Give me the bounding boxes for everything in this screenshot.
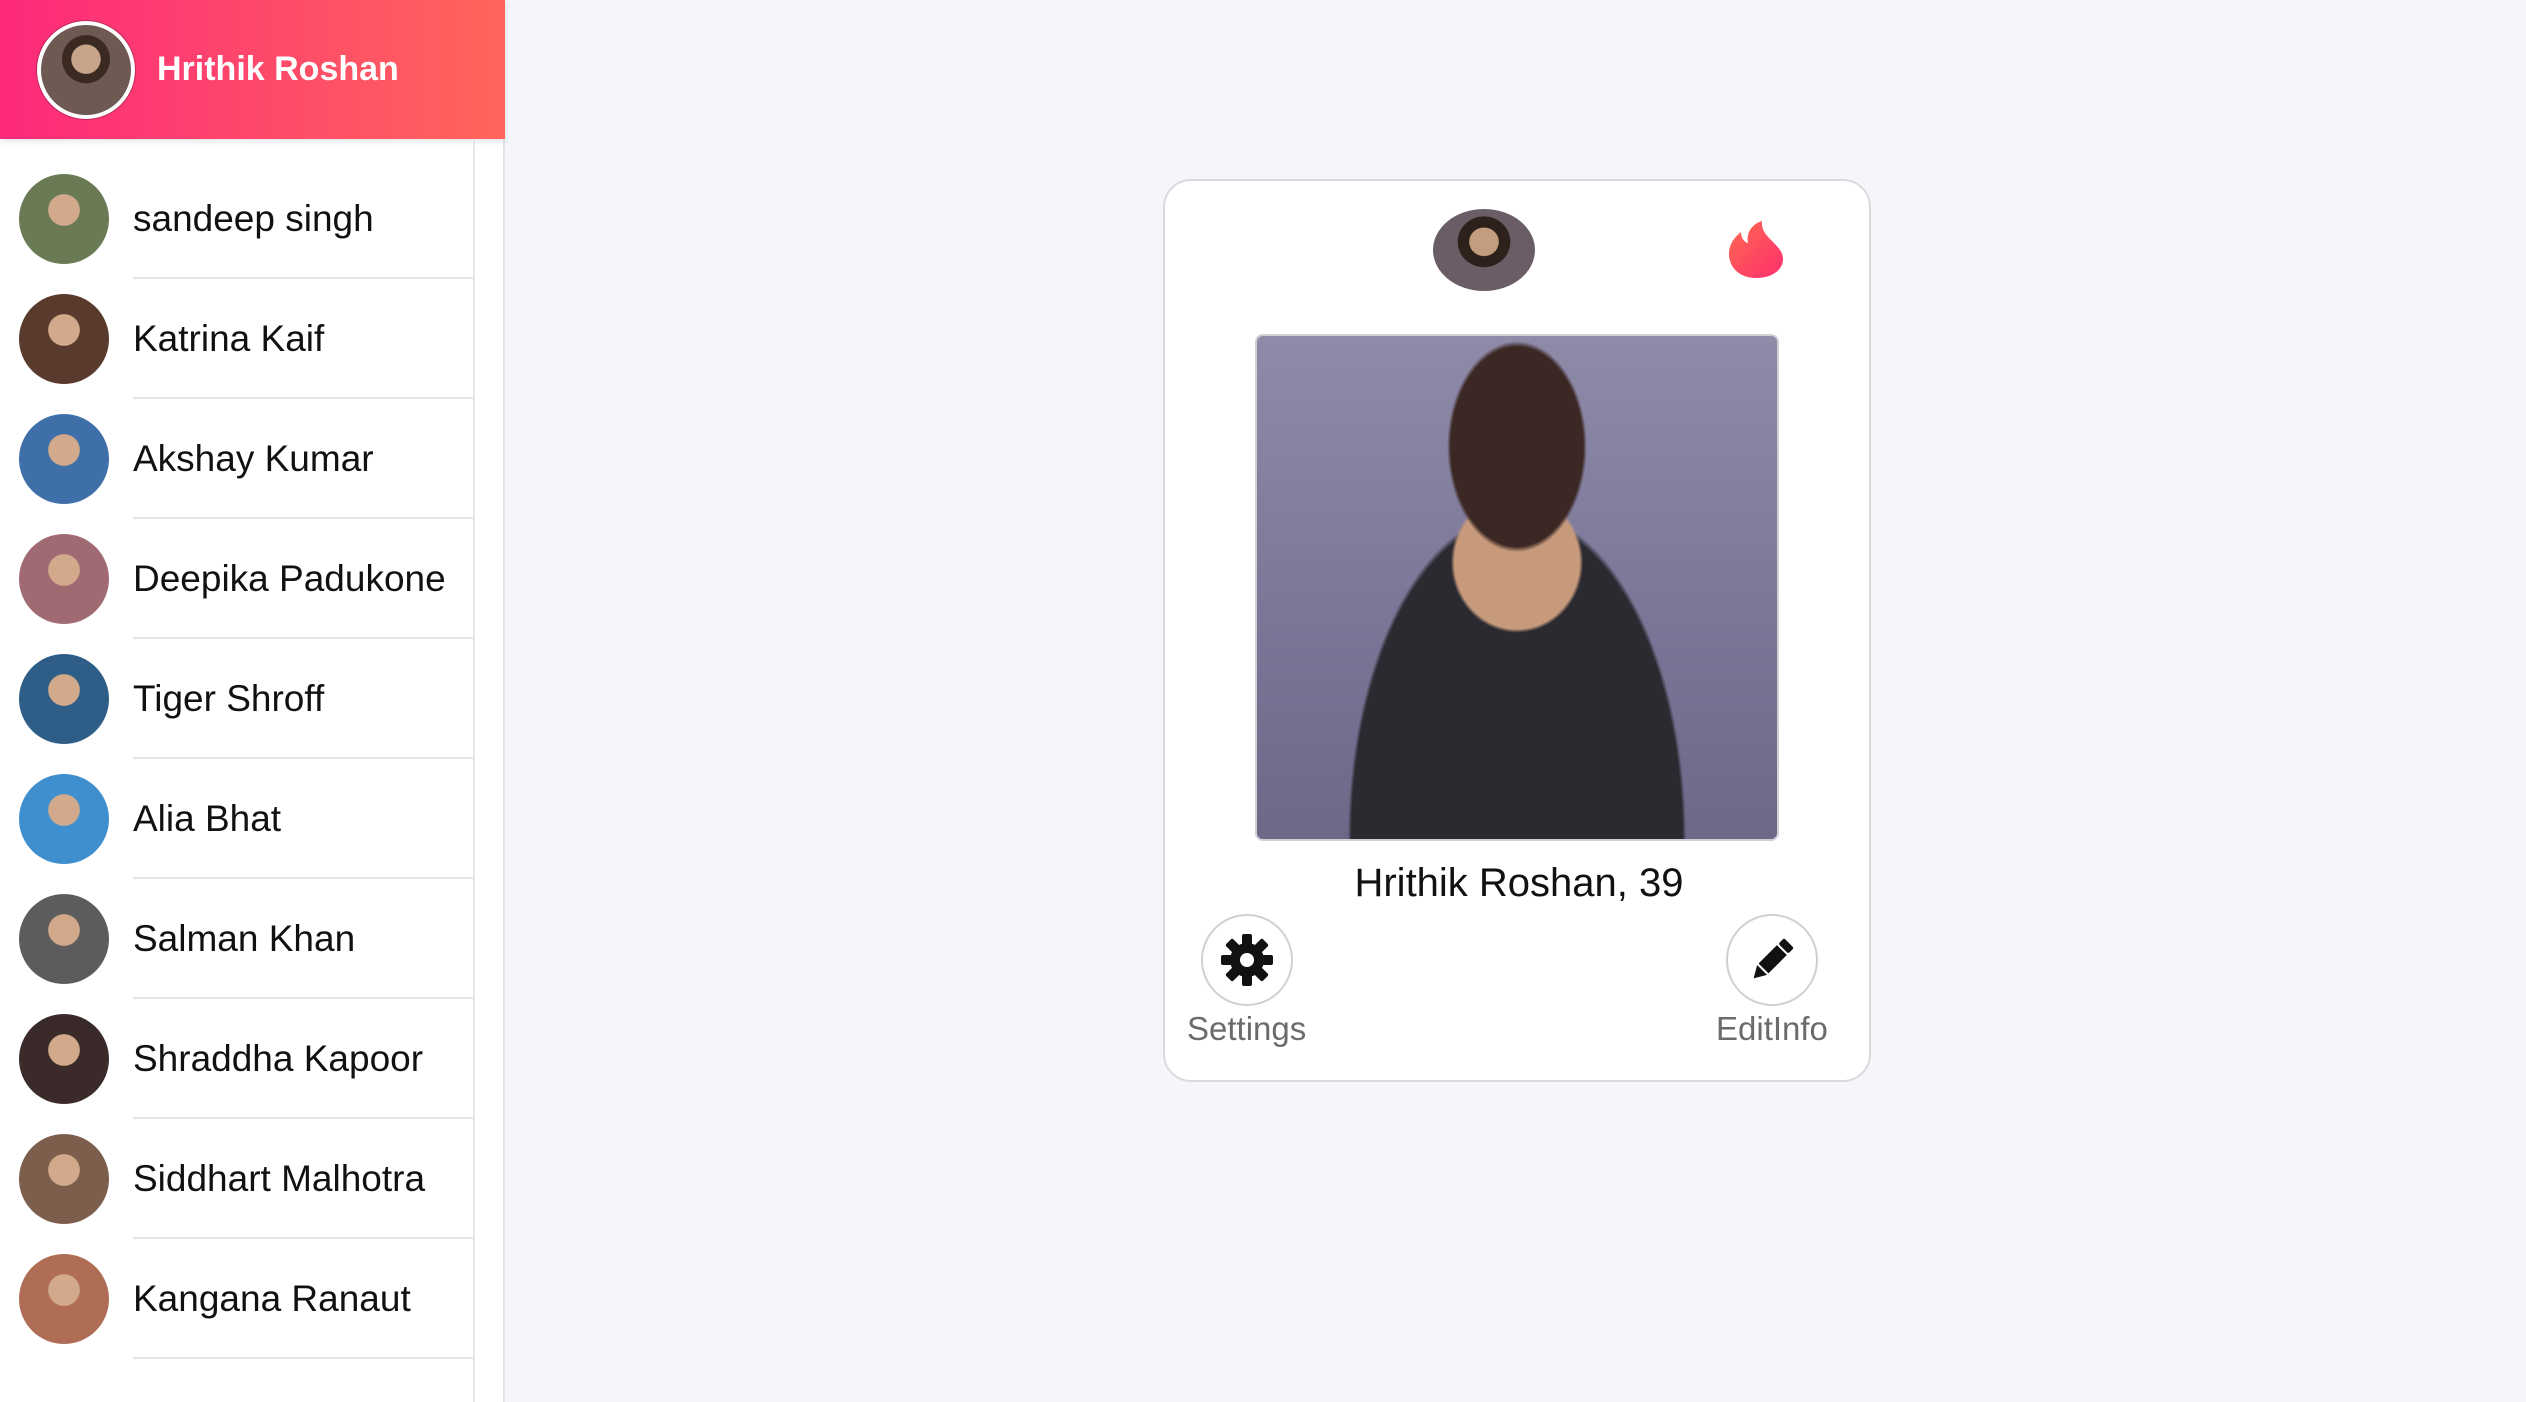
contact-item[interactable]: Alia Bhat xyxy=(0,759,473,879)
profile-card: Hrithik Roshan, 39 Settings EditInfo xyxy=(1163,179,1871,1082)
contact-name: Akshay Kumar xyxy=(133,438,374,479)
contact-list-panel: sandeep singh Katrina Kaif Akshay Kumar Dee… xyxy=(0,139,475,1402)
edit-info-label: EditInfo xyxy=(1716,1010,1828,1047)
contact-avatar xyxy=(19,414,109,504)
flame-icon[interactable] xyxy=(1725,219,1787,281)
profile-thumbnail-avatar[interactable] xyxy=(1433,209,1535,291)
profile-name-age: Hrithik Roshan, 39 xyxy=(1354,861,1684,905)
contact-item[interactable]: sandeep singh xyxy=(0,159,473,279)
contact-item[interactable]: Salman Khan xyxy=(0,879,473,999)
contact-item[interactable]: Deepika Padukone xyxy=(0,519,473,639)
contact-avatar xyxy=(19,174,109,264)
contact-name: Salman Khan xyxy=(133,918,356,959)
settings-button-circle[interactable] xyxy=(1200,914,1293,1006)
settings-label: Settings xyxy=(1187,1010,1307,1047)
sidebar: Hrithik Roshan sandeep singh Katrina Kaif… xyxy=(0,0,505,1402)
contact-name: Kangana Ranaut xyxy=(133,1278,411,1319)
gear-icon xyxy=(1220,934,1273,986)
contact-name: Siddhart Malhotra xyxy=(133,1158,426,1199)
profile-photo xyxy=(1255,334,1779,841)
user-avatar[interactable] xyxy=(37,20,135,119)
contact-avatar xyxy=(19,1134,109,1224)
contact-item[interactable]: Siddhart Malhotra xyxy=(0,1119,473,1239)
contact-avatar xyxy=(19,1254,109,1344)
contact-name: sandeep singh xyxy=(133,198,374,239)
contact-name: Tiger Shroff xyxy=(133,678,325,719)
contact-avatar xyxy=(19,894,109,984)
user-name[interactable]: Hrithik Roshan xyxy=(157,50,399,89)
contact-avatar xyxy=(19,654,109,744)
contact-avatar xyxy=(19,294,109,384)
contact-list: sandeep singh Katrina Kaif Akshay Kumar Dee… xyxy=(0,139,473,1359)
contact-avatar xyxy=(19,774,109,864)
contact-item[interactable]: Shraddha Kapoor xyxy=(0,999,473,1119)
contact-name: Alia Bhat xyxy=(133,798,282,839)
sidebar-header: Hrithik Roshan xyxy=(0,0,505,139)
contact-item[interactable]: Akshay Kumar xyxy=(0,399,473,519)
contact-item[interactable]: Kangana Ranaut xyxy=(0,1239,473,1359)
contact-avatar xyxy=(19,1014,109,1104)
contact-name: Katrina Kaif xyxy=(133,318,325,359)
contact-name: Shraddha Kapoor xyxy=(133,1038,424,1079)
contact-item[interactable]: Tiger Shroff xyxy=(0,639,473,759)
contact-name: Deepika Padukone xyxy=(133,558,446,599)
contact-avatar xyxy=(19,534,109,624)
edit-info-button-circle[interactable] xyxy=(1725,914,1818,1006)
pencil-icon xyxy=(1753,938,1794,979)
contact-item[interactable]: Katrina Kaif xyxy=(0,279,473,399)
settings-button[interactable]: Settings xyxy=(1187,914,1306,1048)
edit-info-button[interactable]: EditInfo xyxy=(1716,914,1828,1048)
